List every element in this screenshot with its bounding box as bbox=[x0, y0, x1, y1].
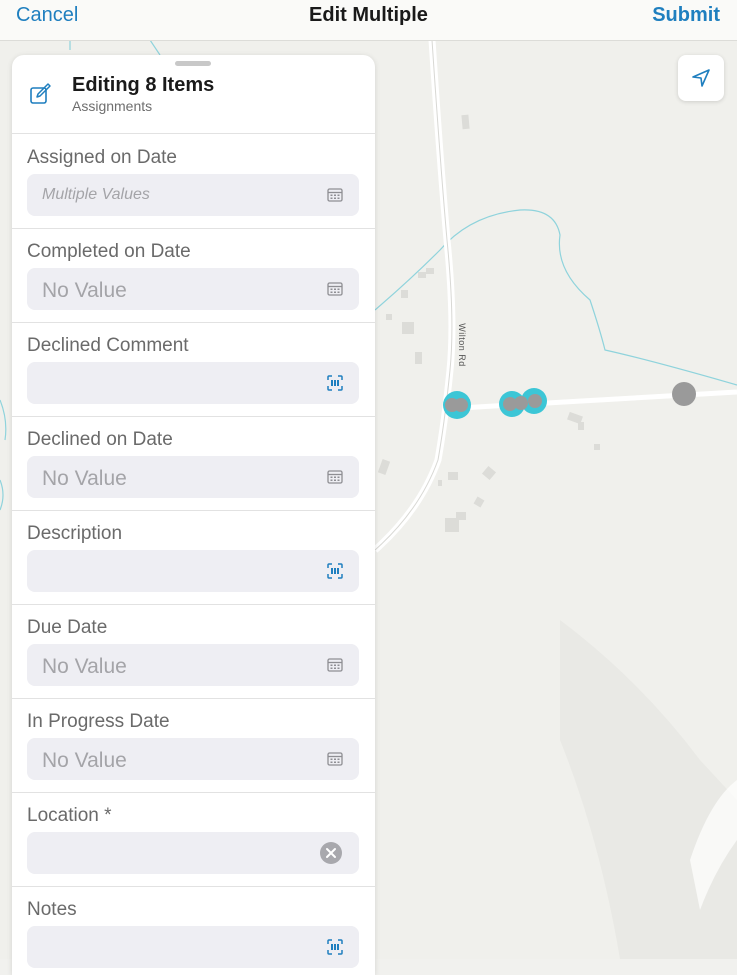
field-label: Due Date bbox=[27, 617, 108, 638]
location-field[interactable] bbox=[27, 832, 359, 874]
text-field[interactable] bbox=[27, 550, 359, 592]
field-declined-comment: Declined Comment bbox=[12, 322, 375, 417]
field-in-progress-date: In Progress Date No Value bbox=[12, 698, 375, 793]
field-declined-on-date: Declined on Date No Value bbox=[12, 416, 375, 511]
calendar-icon bbox=[327, 752, 343, 766]
field-description: Description bbox=[12, 510, 375, 605]
navigation-bar: Cancel Edit Multiple Submit bbox=[0, 0, 737, 41]
field-value: Multiple Values bbox=[42, 186, 150, 203]
field-label: Location * bbox=[27, 805, 112, 826]
field-value: No Value bbox=[42, 655, 127, 678]
date-field[interactable]: No Value bbox=[27, 738, 359, 780]
date-field[interactable]: No Value bbox=[27, 456, 359, 498]
panel-title: Editing 8 Items bbox=[72, 74, 215, 96]
field-label: Notes bbox=[27, 899, 77, 920]
field-value: No Value bbox=[42, 749, 127, 772]
field-notes: Notes bbox=[12, 886, 375, 975]
field-label: Assigned on Date bbox=[27, 147, 177, 168]
panel-header: Editing 8 Items Assignments bbox=[12, 55, 375, 134]
text-field[interactable] bbox=[27, 926, 359, 968]
calendar-icon bbox=[327, 282, 343, 296]
field-assigned-on-date: Assigned on Date Multiple Values bbox=[12, 134, 375, 229]
calendar-icon bbox=[327, 470, 343, 484]
scan-icon[interactable] bbox=[326, 938, 344, 956]
field-completed-on-date: Completed on Date No Value bbox=[12, 228, 375, 323]
location-arrow-icon bbox=[692, 69, 710, 87]
field-value: No Value bbox=[42, 279, 127, 302]
edit-panel: Editing 8 Items Assignments Assigned on … bbox=[12, 55, 375, 975]
clear-icon[interactable] bbox=[320, 842, 342, 864]
text-field[interactable] bbox=[27, 362, 359, 404]
scan-icon[interactable] bbox=[326, 562, 344, 580]
calendar-icon bbox=[327, 658, 343, 672]
locate-button[interactable] bbox=[678, 55, 724, 101]
date-field[interactable]: Multiple Values bbox=[27, 174, 359, 216]
page-title: Edit Multiple bbox=[309, 4, 428, 26]
field-label: Description bbox=[27, 523, 123, 544]
field-label: Declined on Date bbox=[27, 429, 173, 450]
panel-subtitle: Assignments bbox=[72, 98, 153, 114]
scan-icon[interactable] bbox=[326, 374, 344, 392]
field-label: Completed on Date bbox=[27, 241, 191, 262]
field-location: Location * bbox=[12, 792, 375, 887]
unselected-marker bbox=[672, 382, 696, 406]
field-label: Declined Comment bbox=[27, 335, 189, 356]
field-label: In Progress Date bbox=[27, 711, 170, 732]
date-field[interactable]: No Value bbox=[27, 268, 359, 310]
field-value: No Value bbox=[42, 467, 127, 490]
edit-icon bbox=[30, 83, 51, 104]
field-due-date: Due Date No Value bbox=[12, 604, 375, 699]
submit-button[interactable]: Submit bbox=[652, 4, 720, 27]
date-field[interactable]: No Value bbox=[27, 644, 359, 686]
road-label: Wilton Rd bbox=[456, 323, 467, 367]
calendar-icon bbox=[327, 188, 343, 202]
